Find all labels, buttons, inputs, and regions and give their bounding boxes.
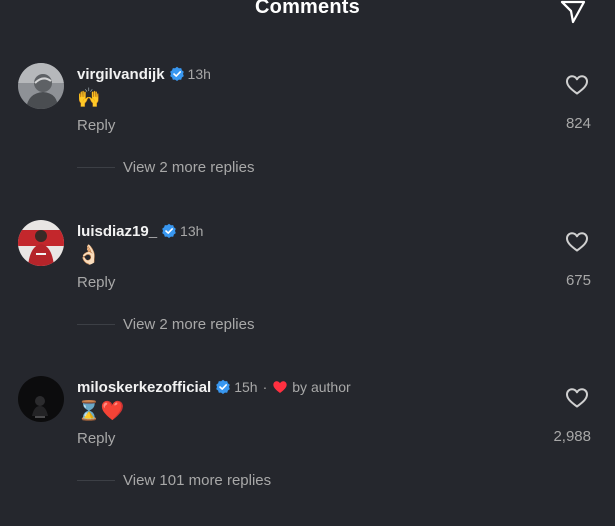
divider <box>77 323 115 325</box>
username[interactable]: luisdiaz19_ <box>77 223 157 240</box>
comment-text: 👌🏻 <box>77 244 101 266</box>
reply-button[interactable]: Reply <box>77 117 115 134</box>
comment-text: ⌛❤️ <box>77 400 125 422</box>
view-replies-button[interactable]: View 2 more replies <box>77 315 254 333</box>
heart-outline-icon[interactable] <box>565 386 589 410</box>
divider <box>77 166 115 168</box>
like-count: 2,988 <box>553 428 591 445</box>
comment-time: 13h <box>187 66 211 82</box>
heart-outline-icon[interactable] <box>565 230 589 254</box>
view-replies-label: View 2 more replies <box>123 158 255 176</box>
username[interactable]: virgilvandijk <box>77 66 165 83</box>
comment-time: 13h <box>180 223 204 239</box>
comment-time: 15h <box>234 379 258 395</box>
liked-by-author-label: by author <box>292 379 351 395</box>
send-icon[interactable] <box>559 0 587 26</box>
red-heart-icon <box>273 381 287 393</box>
avatar[interactable] <box>18 376 64 422</box>
comment-item: luisdiaz19_ 13h 👌🏻 Reply 675 View 2 more… <box>0 220 615 370</box>
page-title: Comments <box>255 0 360 18</box>
view-replies-label: View 101 more replies <box>123 471 272 489</box>
comment-text: 🙌 <box>77 87 101 109</box>
comment-meta: miloskerkezofficial 15h · by author <box>77 376 351 398</box>
heart-outline-icon[interactable] <box>565 73 589 97</box>
separator-dot: · <box>262 379 268 395</box>
view-replies-button[interactable]: View 2 more replies <box>77 158 254 176</box>
verified-badge-icon <box>169 66 184 81</box>
avatar[interactable] <box>18 220 64 266</box>
avatar[interactable] <box>18 63 64 109</box>
verified-badge-icon <box>216 379 231 394</box>
view-replies-label: View 2 more replies <box>123 315 255 333</box>
username[interactable]: miloskerkezofficial <box>77 379 211 396</box>
reply-button[interactable]: Reply <box>77 274 115 291</box>
view-replies-button[interactable]: View 101 more replies <box>77 471 271 489</box>
comment-meta: luisdiaz19_ 13h <box>77 220 203 242</box>
like-count: 824 <box>565 115 591 132</box>
like-count: 675 <box>565 272 591 289</box>
comment-item: virgilvandijk 13h 🙌 Reply 824 View 2 mor… <box>0 63 615 213</box>
comments-header: Comments <box>0 0 615 28</box>
verified-badge-icon <box>162 223 176 238</box>
comment-item: miloskerkezofficial 15h · by author ⌛❤️ … <box>0 376 615 526</box>
reply-button[interactable]: Reply <box>77 430 115 447</box>
comment-meta: virgilvandijk 13h <box>77 63 211 85</box>
